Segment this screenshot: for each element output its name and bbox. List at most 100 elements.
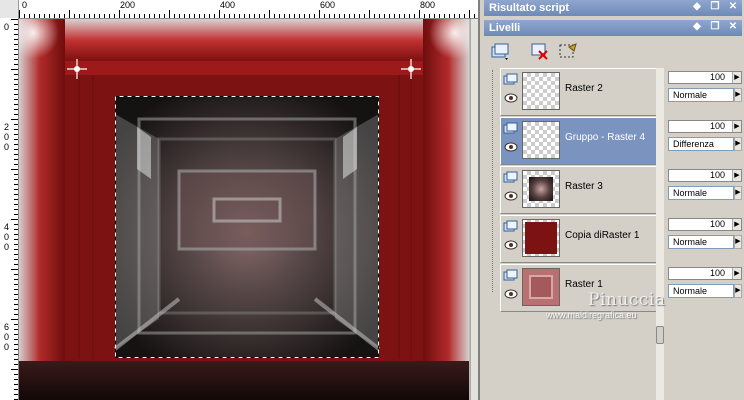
ruler-label: 600: [3, 322, 9, 352]
ruler-tick: [234, 14, 235, 18]
opacity-value: 100: [709, 121, 725, 131]
ruler-tick: [14, 134, 18, 135]
ruler-tick: [14, 354, 18, 355]
ruler-tick: [14, 204, 18, 205]
ruler-tick: [309, 14, 310, 18]
restore-icon[interactable]: ❐: [709, 1, 721, 13]
ruler-tick: [14, 44, 18, 45]
scroll-thumb[interactable]: [656, 326, 664, 344]
opacity-slider[interactable]: 100 ▶: [668, 169, 742, 182]
ruler-tick: [114, 14, 115, 18]
ruler-tick: [14, 79, 18, 80]
layer-icon: [503, 220, 518, 233]
layers-title: Livelli: [489, 22, 521, 34]
opacity-slider[interactable]: 100 ▶: [668, 218, 742, 231]
ruler-tick: [359, 14, 360, 18]
ruler-tick: [11, 119, 18, 120]
ruler-tick: [179, 14, 180, 18]
ruler-tick: [94, 14, 95, 18]
ruler-tick: [444, 14, 445, 18]
ruler-tick: [109, 14, 110, 18]
blend-mode-arrow-icon[interactable]: ▶: [734, 235, 742, 249]
layer-row-raster-3[interactable]: Raster 3: [500, 166, 664, 214]
ruler-tick: [14, 34, 18, 35]
blend-mode-arrow-icon[interactable]: ▶: [734, 284, 742, 298]
layer-row-raster-2[interactable]: Raster 2: [500, 68, 664, 116]
opacity-arrow-icon[interactable]: ▶: [732, 268, 741, 279]
layer-name: Raster 1: [565, 279, 603, 290]
opacity-slider[interactable]: 100 ▶: [668, 120, 742, 133]
pin-icon[interactable]: ◆: [691, 1, 703, 13]
ruler-tick: [14, 154, 18, 155]
image-canvas[interactable]: [19, 19, 469, 400]
ruler-tick: [409, 14, 410, 18]
ruler-tick: [14, 364, 18, 365]
opacity-arrow-icon[interactable]: ▶: [732, 72, 741, 83]
ruler-tick: [14, 184, 18, 185]
layer-name: Raster 3: [565, 181, 603, 192]
blend-mode-select[interactable]: Normale: [668, 186, 734, 200]
ruler-tick: [14, 159, 18, 160]
layers-list: Raster 2 Gruppo - Raster 4 Raster 3 Copi…: [484, 64, 742, 400]
ruler-tick: [274, 14, 275, 18]
delete-layer-icon[interactable]: [528, 40, 552, 64]
opacity-slider[interactable]: 100 ▶: [668, 71, 742, 84]
opacity-arrow-icon[interactable]: ▶: [732, 219, 741, 230]
ruler-tick: [14, 389, 18, 390]
ruler-tick: [14, 164, 18, 165]
canvas-vertical-scrollbar[interactable]: [470, 19, 478, 400]
ruler-tick: [14, 304, 18, 305]
select-layer-icon[interactable]: [556, 40, 580, 64]
ruler-tick: [299, 14, 300, 18]
close-icon[interactable]: ✕: [727, 1, 739, 13]
restore-icon[interactable]: ❐: [709, 21, 721, 33]
visibility-eye-icon[interactable]: [504, 93, 518, 103]
close-icon[interactable]: ✕: [727, 21, 739, 33]
ruler-tick: [14, 239, 18, 240]
layers-scrollbar[interactable]: [656, 68, 664, 400]
ruler-tick: [14, 59, 18, 60]
ruler-tick: [14, 109, 18, 110]
ruler-tick: [14, 189, 18, 190]
new-layer-icon[interactable]: [488, 40, 512, 64]
blend-mode-arrow-icon[interactable]: ▶: [734, 186, 742, 200]
ruler-tick: [14, 114, 18, 115]
ruler-tick: [29, 14, 30, 18]
script-output-panel-title[interactable]: Risultato script ◆ ❐ ✕: [484, 0, 742, 16]
blend-mode-arrow-icon[interactable]: ▶: [734, 88, 742, 102]
layer-row-gruppo-raster-4[interactable]: Gruppo - Raster 4: [500, 117, 664, 165]
visibility-eye-icon[interactable]: [504, 191, 518, 201]
ruler-tick: [319, 10, 320, 18]
blend-mode-select[interactable]: Differenza: [668, 137, 734, 151]
ruler-label: 0: [3, 22, 9, 32]
visibility-eye-icon[interactable]: [504, 240, 518, 250]
blend-mode-arrow-icon[interactable]: ▶: [734, 137, 742, 151]
layer-name: Copia diRaster 1: [565, 230, 640, 241]
ruler-tick: [14, 144, 18, 145]
ruler-tick: [14, 209, 18, 210]
ruler-tick: [129, 14, 130, 18]
blend-mode-select[interactable]: Normale: [668, 235, 734, 249]
canvas-area[interactable]: 0 200 400 600 800 0 200 400 600: [0, 0, 478, 400]
blend-mode-select[interactable]: Normale: [668, 88, 734, 102]
ruler-tick: [39, 14, 40, 18]
opacity-arrow-icon[interactable]: ▶: [732, 121, 741, 132]
layer-row-copia-diraster-1[interactable]: Copia diRaster 1: [500, 215, 664, 263]
ruler-tick: [474, 14, 475, 18]
layers-panel-title[interactable]: Livelli ◆ ❐ ✕: [484, 20, 742, 36]
pin-icon[interactable]: ◆: [691, 21, 703, 33]
visibility-eye-icon[interactable]: [504, 289, 518, 299]
opacity-arrow-icon[interactable]: ▶: [732, 170, 741, 181]
blend-mode-select[interactable]: Normale: [668, 284, 734, 298]
ruler-tick: [404, 14, 405, 18]
opacity-slider[interactable]: 100 ▶: [668, 267, 742, 280]
visibility-eye-icon[interactable]: [504, 142, 518, 152]
ruler-tick: [374, 14, 375, 18]
ruler-tick: [329, 14, 330, 18]
ruler-tick: [44, 14, 45, 18]
ruler-tick: [439, 14, 440, 18]
ruler-tick: [214, 14, 215, 18]
ruler-tick: [14, 339, 18, 340]
ruler-tick: [334, 14, 335, 18]
ruler-tick: [89, 14, 90, 18]
